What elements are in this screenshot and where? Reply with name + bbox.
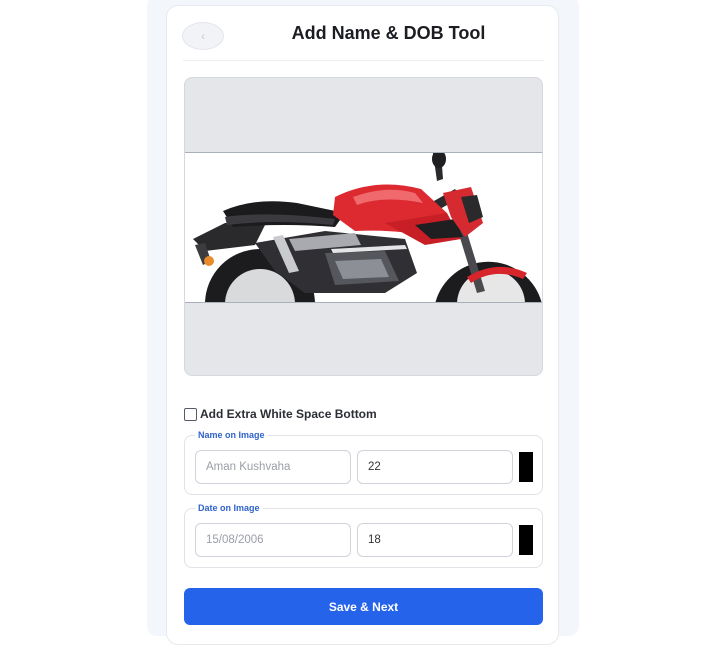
- name-color-swatch[interactable]: [519, 452, 533, 482]
- date-input[interactable]: [195, 523, 351, 557]
- motorcycle-image: [185, 152, 542, 303]
- page-title: Add Name & DOB Tool: [291, 23, 486, 43]
- extra-space-option[interactable]: Add Extra White Space Bottom: [184, 405, 377, 423]
- save-next-button[interactable]: Save & Next: [184, 588, 543, 625]
- back-button[interactable]: ‹: [182, 22, 224, 50]
- name-input[interactable]: [195, 450, 351, 484]
- extra-space-label: Add Extra White Space Bottom: [200, 407, 377, 421]
- date-color-swatch[interactable]: [519, 525, 533, 555]
- date-size-input[interactable]: [357, 523, 513, 557]
- extra-space-checkbox[interactable]: [184, 407, 197, 421]
- header-divider: [183, 60, 544, 61]
- header: ‹ Add Name & DOB Tool: [167, 6, 560, 62]
- name-legend: Name on Image: [195, 429, 268, 441]
- name-size-input[interactable]: [357, 450, 513, 484]
- image-preview: [184, 77, 543, 376]
- date-fieldset: Date on Image: [184, 502, 543, 568]
- motorcycle-illustration: [185, 153, 542, 302]
- name-fieldset: Name on Image: [184, 429, 543, 495]
- chevron-left-icon: ‹: [201, 29, 205, 43]
- date-legend: Date on Image: [195, 502, 263, 514]
- tool-card: ‹ Add Name & DOB Tool Add Extra White Sp…: [166, 5, 559, 645]
